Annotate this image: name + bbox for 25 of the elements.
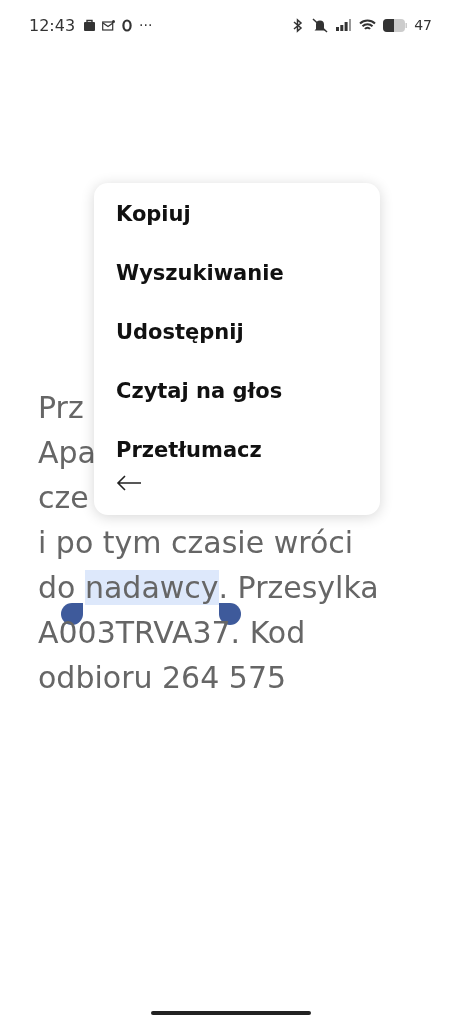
message-text: i po tym czasie wróci: [38, 525, 354, 560]
battery-icon: [383, 18, 408, 32]
message-text: Prz: [38, 390, 84, 425]
mail-icon: [102, 19, 116, 31]
message-text: Apa: [38, 435, 96, 470]
message-text: do: [38, 570, 77, 605]
more-notifications: ···: [139, 17, 153, 33]
back-arrow-icon[interactable]: [116, 475, 142, 491]
message-text: . Przesylka: [218, 570, 379, 605]
wifi-icon: [359, 18, 377, 32]
signal-icon: [336, 19, 353, 31]
menu-item[interactable]: Kopiuj: [116, 197, 191, 231]
menu-item[interactable]: Udostępnij: [116, 315, 244, 349]
muted-bell-icon: [311, 17, 330, 33]
menu-item[interactable]: Czytaj na głos: [116, 374, 283, 408]
bluetooth-icon: [292, 17, 305, 33]
message-text: odbioru 264 575: [38, 660, 287, 695]
message-text: cze: [38, 480, 89, 515]
clock: 12:43: [29, 15, 76, 35]
battery-level: 47: [414, 17, 432, 33]
bag-icon: [84, 19, 96, 31]
menu-item[interactable]: Wyszukiwanie: [116, 256, 284, 290]
message-text: A003TRVA37. Kod: [38, 615, 306, 650]
ring-icon: [122, 18, 133, 32]
menu-item[interactable]: Przetłumacz: [116, 433, 262, 467]
